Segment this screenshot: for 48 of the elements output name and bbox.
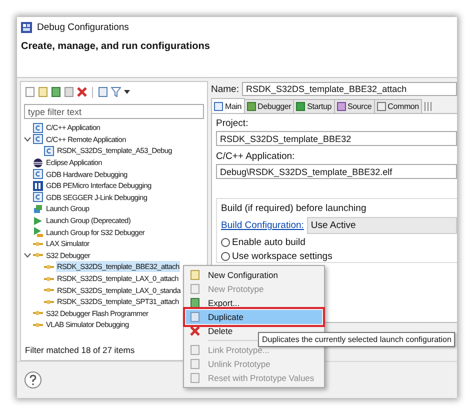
play-icon	[33, 216, 43, 226]
tab-icon	[296, 102, 306, 111]
window-title: Debug Configurations	[37, 22, 129, 32]
app-icon	[21, 22, 32, 32]
menu-item[interactable]: New Configuration	[186, 268, 322, 282]
filter-status: Filter matched 18 of 27 items	[24, 345, 136, 357]
radio-label: Enable auto build	[232, 237, 306, 248]
tab-icon	[246, 102, 256, 111]
tooltip: Duplicates the currently selected launch configuration	[258, 332, 456, 347]
file-icon	[33, 169, 43, 180]
stacked-squares-icon	[33, 204, 43, 214]
build-configuration-dropdown[interactable]: Use Active	[306, 217, 457, 234]
tab-icon	[214, 102, 223, 110]
help-icon[interactable]	[24, 371, 42, 389]
tab[interactable]: Debugger	[244, 99, 294, 113]
name-field[interactable]: RSDK_S32DS_template_BBE32_attach	[242, 82, 457, 96]
group-label: Build (if required) before launching	[221, 203, 368, 214]
file-icon	[33, 134, 43, 144]
filter-icon[interactable]	[111, 87, 121, 97]
dialog-heading: Create, manage, and run configurations	[21, 41, 210, 52]
tab-icon	[376, 102, 386, 111]
sphere-icon	[33, 158, 43, 168]
file-icon	[33, 122, 43, 133]
tab[interactable]: Source	[334, 99, 375, 113]
delete-icon[interactable]	[77, 87, 87, 97]
tab[interactable]: Main	[211, 98, 245, 113]
application-field[interactable]: Debug\RSDK_S32DS_template_BBE32.elf	[216, 164, 457, 179]
menu-item[interactable]: Duplicate	[186, 310, 322, 324]
name-label: Name:	[211, 84, 239, 94]
delete-icon	[190, 326, 200, 336]
build-configuration-link[interactable]: Build Configuration:	[221, 220, 304, 231]
radio-button[interactable]	[221, 238, 230, 247]
menu-item[interactable]: Export...	[186, 296, 322, 310]
chip-icon	[33, 180, 43, 191]
tab-icon	[336, 102, 346, 111]
file-icon	[44, 146, 54, 156]
grid-icon[interactable]	[424, 102, 434, 111]
tab[interactable]: Common	[374, 99, 422, 113]
radio-button[interactable]	[221, 252, 230, 261]
project-field[interactable]: RSDK_S32DS_template_BBE32	[216, 131, 457, 146]
tab[interactable]: Startup	[293, 99, 334, 113]
filter-field[interactable]: type filter text	[24, 104, 204, 119]
radio-label: Use workspace settings	[232, 251, 332, 262]
application-label: C/C++ Application:	[216, 151, 296, 162]
play-icon	[33, 227, 43, 238]
dropdown-arrow-icon[interactable]	[124, 90, 130, 94]
project-label: Project:	[216, 118, 250, 129]
file-icon	[33, 192, 43, 202]
